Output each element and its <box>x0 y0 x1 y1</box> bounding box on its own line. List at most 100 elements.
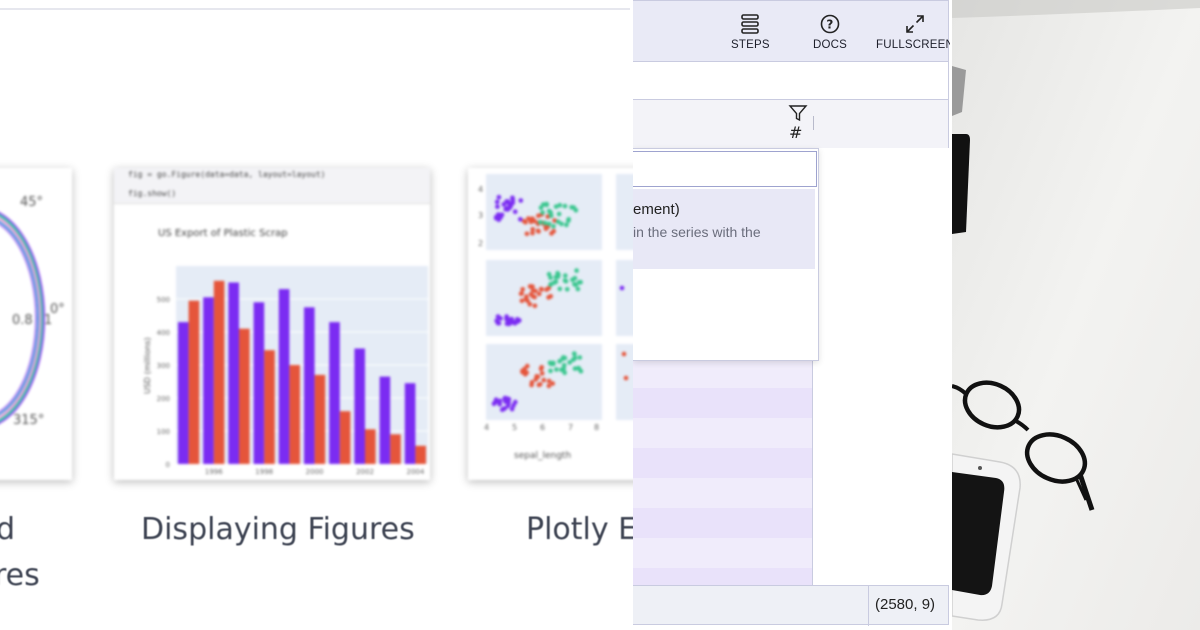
steps-label: STEPS <box>731 39 770 51</box>
table-row[interactable] <box>633 358 812 388</box>
scatter-point <box>532 294 537 300</box>
docs-button[interactable]: ? DOCS <box>813 13 847 51</box>
scatter-point <box>548 368 553 374</box>
subplot-5 <box>616 260 633 336</box>
top-divider <box>0 8 630 10</box>
card-title-plotly-express[interactable]: Plotly E <box>526 512 633 547</box>
scatter-point <box>530 284 535 289</box>
polar-label-315: 315° <box>13 413 44 428</box>
svg-text:?: ? <box>826 18 833 32</box>
bar-2003-series-2 <box>390 434 401 464</box>
bar-1997-series-2 <box>239 328 250 464</box>
desk-photo-image <box>952 0 1200 630</box>
scatter-point <box>498 214 503 220</box>
x-tick-label: 2000 <box>306 468 324 476</box>
scatter-point <box>564 287 570 292</box>
filter-icon[interactable] <box>788 103 808 123</box>
y-tick-3: 3 <box>478 211 483 220</box>
scatter-point <box>554 367 559 372</box>
code-block: fig = go.Figure(data=data, layout=layout… <box>114 168 430 204</box>
scatter-point <box>546 378 552 384</box>
dropdown-menu: ement) in the series with the <box>633 148 819 361</box>
table-row[interactable] <box>633 538 812 568</box>
scatter-point <box>527 301 533 307</box>
scatter-point <box>562 203 568 209</box>
bar-1999-series-1 <box>278 289 290 464</box>
scatter-point <box>538 366 544 372</box>
dropdown-search-input[interactable] <box>633 151 817 187</box>
dropdown-item[interactable]: ement) in the series with the <box>633 189 815 269</box>
scatter-point <box>519 298 525 304</box>
bar-1998-series-1 <box>253 302 265 464</box>
scatter-point <box>555 219 561 224</box>
table-row[interactable] <box>633 388 812 418</box>
bar-2001-series-2 <box>339 411 351 464</box>
scatter-point <box>536 291 542 297</box>
scatter-point <box>496 320 502 326</box>
scatter-point <box>551 228 556 234</box>
scatter-point <box>493 215 499 221</box>
polar-chart: 45° 0° 315° 0.8 1 <box>0 195 65 428</box>
docs-label: DOCS <box>813 39 848 51</box>
y-tick-label: 100 <box>157 428 170 436</box>
y-tick-label: 500 <box>157 296 170 304</box>
dropdown-item-name: ement) <box>633 201 680 218</box>
bar-2004-series-2 <box>415 445 426 464</box>
status-bar: (2580, 9) <box>633 585 949 626</box>
scatter-point <box>500 407 505 412</box>
scatter-point <box>523 372 528 377</box>
x-tick-8: 8 <box>594 423 599 432</box>
scatter-point <box>540 210 545 215</box>
table-row[interactable] <box>633 418 812 448</box>
table-row[interactable] <box>633 448 812 478</box>
scatter-point <box>543 226 549 231</box>
scatter-point <box>553 204 559 209</box>
bar-1996-series-2 <box>213 280 225 464</box>
scatter-point <box>538 219 543 225</box>
column-divider <box>813 116 814 130</box>
scatter-point <box>562 278 568 283</box>
scatter-point <box>572 275 578 281</box>
card-plotly-express[interactable]: 4 3 2 4 5 6 7 8 sepal_length <box>468 168 633 480</box>
bar-1995-series-1 <box>178 322 189 464</box>
subplot-4 <box>616 174 633 250</box>
scatter-point <box>529 380 535 385</box>
fullscreen-button[interactable]: FULLSCREEN <box>876 13 950 51</box>
scatter-point <box>532 303 538 309</box>
scatter-point <box>553 279 559 284</box>
card-displaying-figures[interactable]: fig = go.Figure(data=data, layout=layout… <box>114 168 430 480</box>
scatter-point <box>556 211 562 217</box>
scatter-point <box>578 279 583 285</box>
toolbar: STEPS ? DOCS FULLSCREEN <box>633 0 950 62</box>
scatter-point <box>512 209 518 214</box>
y-tick-label: 200 <box>157 395 170 403</box>
scatter-point <box>573 282 578 288</box>
card-title-polar-line2[interactable]: res <box>0 558 40 593</box>
scatter-point <box>619 285 625 291</box>
scatter-point <box>562 370 567 376</box>
scatter-point <box>511 403 516 408</box>
y-tick-4: 4 <box>478 185 483 194</box>
table-row[interactable] <box>633 508 812 538</box>
scatter-point <box>521 218 527 224</box>
input-row[interactable] <box>633 62 949 100</box>
scatter-point <box>505 403 511 409</box>
card-polar-chart[interactable]: 45° 0° 315° 0.8 1 <box>0 168 72 480</box>
scatter-point <box>557 286 563 292</box>
scatter-point <box>575 286 581 292</box>
card-title-displaying-figures[interactable]: Displaying Figures <box>141 512 415 547</box>
bar-1998-series-2 <box>264 350 275 464</box>
bar-2002-series-2 <box>365 429 376 464</box>
bar-chart: US Export of Plastic Scrap USD (millions… <box>143 228 428 476</box>
scatter-point <box>541 377 547 383</box>
table-row[interactable] <box>633 478 812 508</box>
app-panel: STEPS ? DOCS FULLSCREEN # ement) in the … <box>633 0 950 630</box>
scatter-point <box>502 395 508 401</box>
card-title-polar-line1[interactable]: d <box>0 512 15 547</box>
steps-button[interactable]: STEPS <box>731 13 770 51</box>
scatter-point <box>566 217 571 222</box>
code-line-2: fig.show() <box>128 189 177 198</box>
plotly-docs-panel: 45° 0° 315° 0.8 1 d res fig = go.Figure(… <box>0 0 633 630</box>
scatter-point <box>518 291 524 297</box>
scatter-point <box>496 194 502 200</box>
